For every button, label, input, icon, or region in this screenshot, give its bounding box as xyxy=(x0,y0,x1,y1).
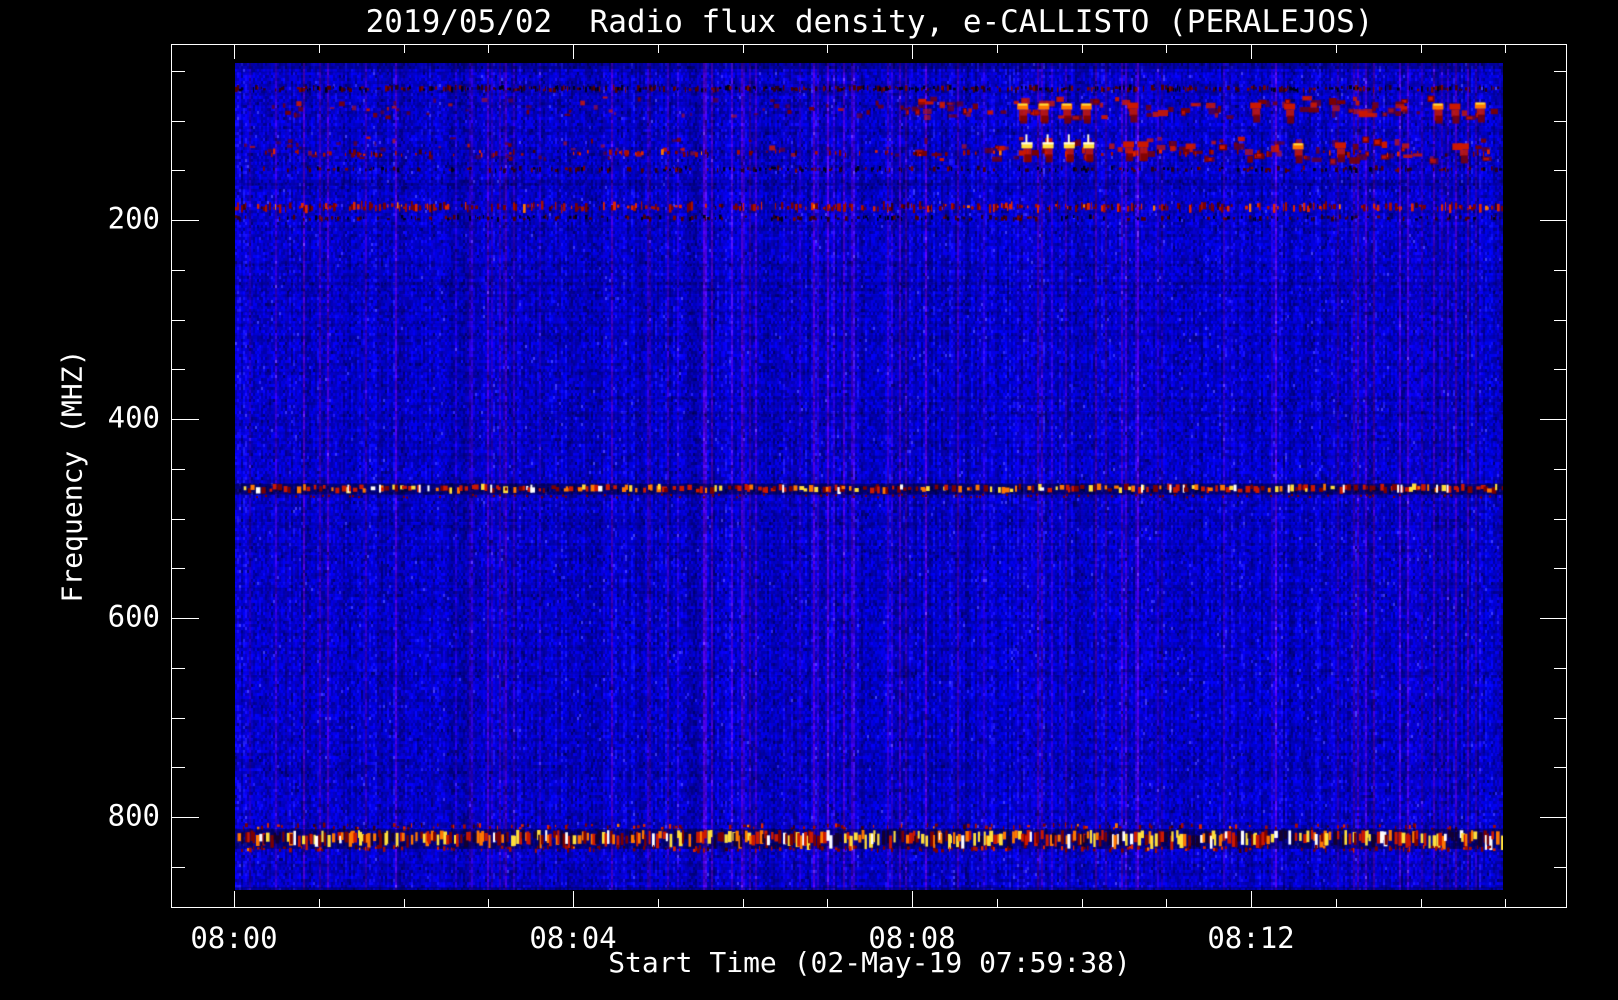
x-axis-top-tick xyxy=(1336,45,1337,53)
spectrogram-figure: 2019/05/02 Radio flux density, e-CALLIST… xyxy=(0,0,1618,1000)
y-axis-right-tick xyxy=(1554,71,1567,72)
y-axis-right-tick xyxy=(1554,867,1567,868)
y-axis-minor-tick xyxy=(172,767,185,768)
x-axis-top-tick xyxy=(1166,45,1167,53)
y-axis-right-tick xyxy=(1554,568,1567,569)
y-axis-major-tick xyxy=(172,618,199,619)
y-axis-label: Frequency (MHZ) xyxy=(55,349,89,603)
x-axis-minor-tick xyxy=(1505,899,1506,907)
x-axis-minor-tick xyxy=(404,899,405,907)
y-axis-minor-tick xyxy=(172,270,185,271)
y-axis-minor-tick xyxy=(172,867,185,868)
y-axis-right-tick xyxy=(1540,220,1567,221)
y-axis-minor-tick xyxy=(172,121,185,122)
y-axis-minor-tick xyxy=(172,568,185,569)
chart-title: 2019/05/02 Radio flux density, e-CALLIST… xyxy=(365,4,1374,40)
x-axis-major-tick xyxy=(1251,891,1252,907)
x-axis-major-tick xyxy=(573,891,574,907)
x-axis-major-tick xyxy=(912,891,913,907)
x-axis-major-tick xyxy=(234,891,235,907)
y-tick-label: 600 xyxy=(107,599,160,634)
x-axis-minor-tick xyxy=(658,899,659,907)
y-axis-minor-tick xyxy=(172,71,185,72)
x-axis-label: Start Time (02-May-19 07:59:38) xyxy=(608,946,1131,979)
y-axis-right-tick xyxy=(1554,270,1567,271)
y-axis-minor-tick xyxy=(172,320,185,321)
y-axis-right-tick xyxy=(1554,369,1567,370)
x-axis-top-tick xyxy=(404,45,405,53)
x-axis-top-tick xyxy=(1082,45,1083,53)
y-axis-right-tick xyxy=(1540,618,1567,619)
y-axis-right-tick xyxy=(1554,469,1567,470)
x-axis-top-tick xyxy=(912,45,913,59)
y-axis-minor-tick xyxy=(172,718,185,719)
x-axis-top-tick xyxy=(1251,45,1252,59)
y-axis-major-tick xyxy=(172,220,199,221)
y-axis-minor-tick xyxy=(172,519,185,520)
y-axis-right-tick xyxy=(1554,668,1567,669)
x-axis-top-tick xyxy=(1505,45,1506,53)
spectrogram-canvas xyxy=(235,63,1503,890)
y-axis-right-tick xyxy=(1540,419,1567,420)
x-axis-minor-tick xyxy=(743,899,744,907)
y-axis-minor-tick xyxy=(172,469,185,470)
x-axis-top-tick xyxy=(234,45,235,59)
y-axis-minor-tick xyxy=(172,668,185,669)
x-axis-top-tick xyxy=(997,45,998,53)
x-axis-minor-tick xyxy=(1166,899,1167,907)
y-tick-label: 800 xyxy=(107,798,160,833)
x-axis-top-tick xyxy=(488,45,489,53)
x-axis-minor-tick xyxy=(488,899,489,907)
y-axis-minor-tick xyxy=(172,170,185,171)
x-axis-top-tick xyxy=(658,45,659,53)
x-axis-minor-tick xyxy=(1421,899,1422,907)
y-axis-minor-tick xyxy=(172,369,185,370)
x-axis-minor-tick xyxy=(319,899,320,907)
y-axis-right-tick xyxy=(1554,170,1567,171)
y-axis-major-tick xyxy=(172,817,199,818)
x-axis-top-tick xyxy=(1421,45,1422,53)
x-axis-minor-tick xyxy=(1336,899,1337,907)
y-tick-label: 200 xyxy=(107,201,160,236)
y-axis-right-tick xyxy=(1554,519,1567,520)
x-axis-minor-tick xyxy=(1082,899,1083,907)
x-axis-top-tick xyxy=(573,45,574,59)
x-axis-top-tick xyxy=(319,45,320,53)
y-axis-right-tick xyxy=(1554,121,1567,122)
y-axis-right-tick xyxy=(1554,320,1567,321)
x-axis-minor-tick xyxy=(827,899,828,907)
y-axis-right-tick xyxy=(1554,767,1567,768)
x-axis-top-tick xyxy=(743,45,744,53)
y-tick-label: 400 xyxy=(107,400,160,435)
y-axis-right-tick xyxy=(1540,817,1567,818)
y-axis-right-tick xyxy=(1554,718,1567,719)
x-axis-minor-tick xyxy=(997,899,998,907)
y-axis-major-tick xyxy=(172,419,199,420)
x-axis-top-tick xyxy=(827,45,828,53)
